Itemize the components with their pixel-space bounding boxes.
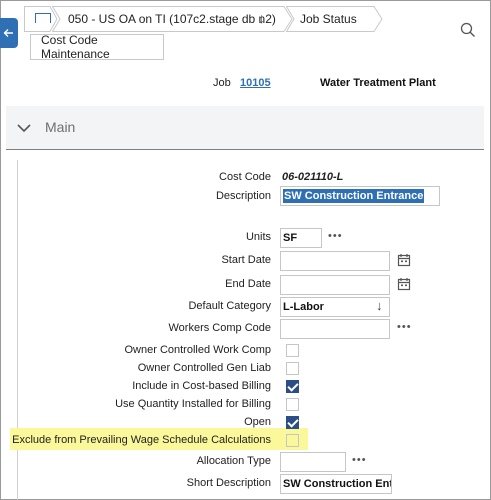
search-icon[interactable] — [460, 22, 476, 38]
breadcrumb-job-status[interactable]: Job Status — [286, 6, 383, 32]
end-date-field[interactable] — [280, 275, 390, 295]
owner-gen-liab-label: Owner Controlled Gen Liab — [137, 362, 271, 374]
default-category-select[interactable]: L-Labor — [280, 297, 390, 317]
include-billing-checkbox[interactable] — [286, 380, 299, 393]
use-qty-billing-label: Use Quantity Installed for Billing — [115, 398, 271, 410]
workers-comp-field[interactable] — [280, 319, 390, 339]
use-qty-billing-checkbox[interactable] — [286, 398, 299, 411]
units-label: Units — [245, 231, 271, 243]
home-icon — [35, 13, 51, 23]
units-value: SF — [283, 232, 298, 244]
calendar-icon[interactable] — [397, 277, 411, 291]
default-category-label: Default Category — [188, 300, 271, 312]
end-date-label: End Date — [225, 278, 271, 290]
tab-cost-code-maintenance[interactable]: Cost Code Maintenance — [30, 33, 164, 61]
workers-comp-lookup-button[interactable]: ••• — [397, 321, 412, 333]
chevron-down-icon — [17, 124, 31, 133]
exclude-wage-checkbox[interactable] — [286, 434, 299, 447]
allocation-type-lookup-button[interactable]: ••• — [352, 454, 367, 466]
description-value: SW Construction Entrance — [283, 189, 425, 203]
open-label: Open — [244, 416, 271, 428]
start-date-label: Start Date — [221, 254, 271, 266]
job-number-link[interactable]: 10105 — [240, 77, 271, 89]
chevron-down-icon[interactable]: ↓ — [258, 10, 265, 26]
short-description-value: SW Construction Entra — [283, 478, 392, 490]
cost-code-label: Cost Code — [219, 171, 271, 183]
job-name: Water Treatment Plant — [320, 77, 436, 89]
description-field[interactable]: SW Construction Entrance — [280, 186, 440, 206]
breadcrumb-job[interactable]: 050 - US OA on TI (107c2.stage db n2) ↓ — [52, 6, 293, 32]
back-arrow-icon — [3, 29, 13, 37]
breadcrumb-job-label: 050 - US OA on TI (107c2.stage db n2) — [68, 12, 276, 26]
units-lookup-button[interactable]: ••• — [328, 230, 343, 242]
exclude-wage-label: Exclude from Prevailing Wage Schedule Ca… — [12, 434, 271, 446]
default-category-value: L-Labor — [283, 301, 324, 313]
owner-work-comp-label: Owner Controlled Work Comp — [124, 344, 271, 356]
tab-label: Cost Code Maintenance — [41, 33, 110, 61]
job-label: Job — [213, 77, 231, 89]
units-field[interactable]: SF — [280, 228, 322, 248]
section-title: Main — [45, 119, 76, 135]
allocation-type-label: Allocation Type — [196, 455, 271, 467]
workers-comp-label: Workers Comp Code — [168, 322, 272, 334]
description-label: Description — [215, 190, 271, 202]
breadcrumb-status-label: Job Status — [300, 12, 357, 26]
start-date-field[interactable] — [280, 251, 390, 271]
section-main-header[interactable]: Main — [6, 106, 484, 150]
owner-work-comp-checkbox[interactable] — [286, 344, 299, 357]
cost-code-value: 06-021110-L — [282, 171, 344, 183]
short-description-label: Short Description — [186, 477, 271, 489]
open-checkbox[interactable] — [286, 416, 299, 429]
owner-gen-liab-checkbox[interactable] — [286, 362, 299, 375]
allocation-type-field[interactable] — [280, 452, 346, 472]
short-description-field[interactable]: SW Construction Entra — [280, 474, 392, 494]
chevron-down-icon[interactable]: ↓ — [376, 298, 383, 313]
calendar-icon[interactable] — [397, 253, 411, 267]
back-tab[interactable] — [0, 18, 18, 48]
include-billing-label: Include in Cost-based Billing — [132, 380, 271, 392]
